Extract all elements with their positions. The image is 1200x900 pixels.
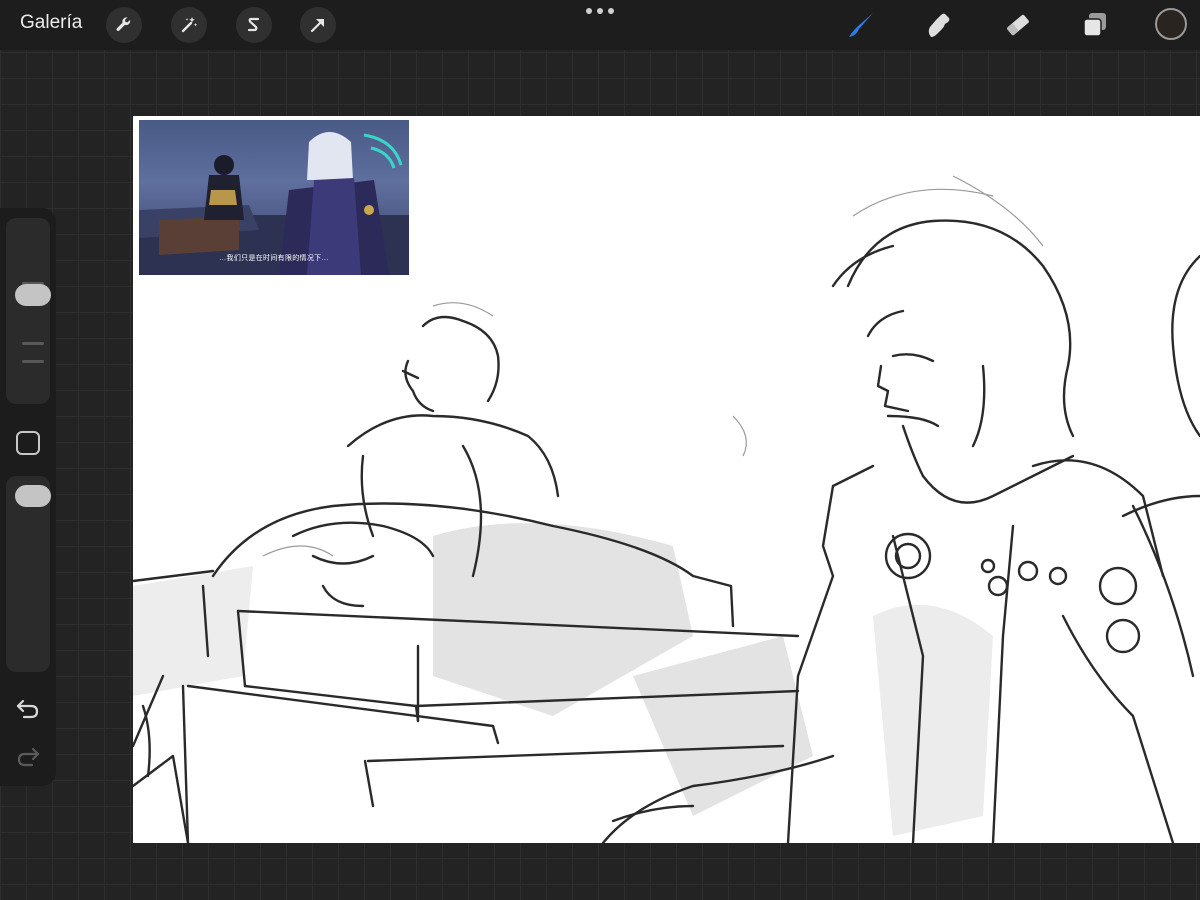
color-picker-swatch[interactable] <box>1155 8 1187 40</box>
brush-size-slider[interactable] <box>6 218 51 404</box>
redo-icon[interactable] <box>14 744 42 770</box>
reference-image[interactable]: …我们只是在时间有限的情况下… <box>139 120 409 275</box>
layers-icon[interactable] <box>1077 7 1113 43</box>
top-toolbar: Galería <box>0 0 1200 50</box>
drawing-canvas[interactable]: …我们只是在时间有限的情况下… <box>133 116 1200 843</box>
brush-icon[interactable] <box>843 7 879 43</box>
slider-tick <box>22 360 44 363</box>
opacity-thumb[interactable] <box>15 484 51 507</box>
selection-icon[interactable] <box>236 7 272 43</box>
undo-icon[interactable] <box>14 696 42 722</box>
wrench-icon[interactable] <box>106 7 142 43</box>
eraser-icon[interactable] <box>1000 7 1036 43</box>
more-options-handle[interactable] <box>586 6 614 16</box>
opacity-slider[interactable] <box>6 476 51 672</box>
modify-button[interactable] <box>16 431 40 455</box>
transform-arrow-icon[interactable] <box>300 7 336 43</box>
side-toolbar <box>0 208 56 786</box>
magic-wand-icon[interactable] <box>171 7 207 43</box>
slider-tick <box>22 342 44 345</box>
reference-scene <box>139 132 409 275</box>
smudge-icon[interactable] <box>921 7 957 43</box>
brush-size-thumb[interactable] <box>15 284 51 307</box>
gallery-button[interactable]: Galería <box>20 12 82 34</box>
reference-subtitle: …我们只是在时间有限的情况下… <box>219 255 329 262</box>
